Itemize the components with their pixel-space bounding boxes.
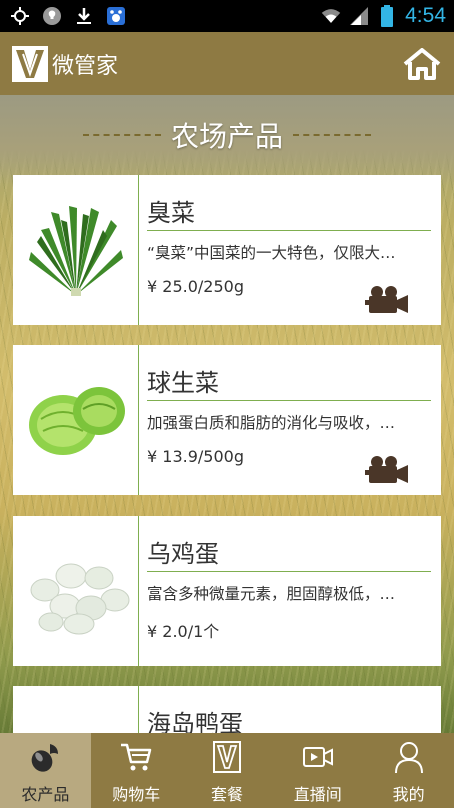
wifi-icon bbox=[321, 6, 341, 26]
product-image bbox=[13, 516, 139, 666]
baidu-icon bbox=[106, 6, 126, 26]
user-icon bbox=[391, 739, 427, 775]
product-image bbox=[13, 175, 139, 325]
nav-item-live-room[interactable]: 直播间 bbox=[272, 733, 363, 808]
download-icon bbox=[74, 6, 94, 26]
nav-label: 直播间 bbox=[293, 785, 342, 804]
gps-icon bbox=[10, 6, 30, 26]
nav-label: 我的 bbox=[392, 785, 425, 804]
product-name: 臭菜 bbox=[147, 193, 431, 231]
nav-label: 农产品 bbox=[21, 785, 70, 804]
product-card[interactable]: 乌鸡蛋 富含多种微量元素，胆固醇极低，… ¥ 2.0/1个 bbox=[13, 516, 441, 666]
product-name: 乌鸡蛋 bbox=[147, 534, 431, 572]
video-camera-icon[interactable] bbox=[365, 285, 409, 315]
nav-item-farm-products[interactable]: 农产品 bbox=[0, 733, 91, 808]
nav-label: 套餐 bbox=[210, 785, 243, 804]
nav-label: 购物车 bbox=[112, 785, 161, 804]
eggplant-icon bbox=[27, 739, 63, 775]
dash-divider-right bbox=[293, 134, 371, 136]
home-button[interactable] bbox=[402, 46, 442, 82]
section-title: 农场产品 bbox=[170, 120, 283, 153]
product-card[interactable]: 球生菜 加强蛋白质和脂肪的消化与吸收，… ¥ 13.9/500g bbox=[13, 345, 441, 495]
product-description: “臭菜”中国菜的一大特色，仅限大… bbox=[147, 244, 396, 262]
status-bar: 4:54 bbox=[0, 0, 454, 32]
bulb-icon bbox=[42, 6, 62, 26]
product-description: 加强蛋白质和脂肪的消化与吸收，… bbox=[147, 414, 396, 432]
home-icon bbox=[403, 47, 441, 80]
section-header: 农场产品 bbox=[0, 112, 454, 158]
battery-icon bbox=[377, 5, 397, 27]
dash-divider-left bbox=[82, 134, 161, 136]
nav-item-cart[interactable]: 购物车 bbox=[91, 733, 182, 808]
package-icon bbox=[209, 739, 245, 775]
product-description: 富含多种微量元素，胆固醇极低，… bbox=[147, 585, 396, 603]
product-price: ¥ 2.0/1个 bbox=[147, 622, 220, 641]
app-title: 微管家 bbox=[52, 53, 119, 79]
app-header: 微管家 bbox=[0, 32, 454, 95]
product-card[interactable]: 臭菜 “臭菜”中国菜的一大特色，仅限大… ¥ 25.0/250g bbox=[13, 175, 441, 325]
product-name: 球生菜 bbox=[147, 363, 431, 401]
nav-item-package[interactable]: 套餐 bbox=[182, 733, 273, 808]
video-room-icon bbox=[300, 739, 336, 775]
nav-item-mine[interactable]: 我的 bbox=[363, 733, 454, 808]
status-time: 4:54 bbox=[405, 4, 446, 27]
signal-icon bbox=[349, 6, 369, 26]
bottom-nav: 农产品 购物车 套餐 直播间 我的 bbox=[0, 733, 454, 808]
video-camera-icon[interactable] bbox=[365, 455, 409, 485]
cart-icon bbox=[118, 739, 154, 775]
product-image bbox=[13, 345, 139, 495]
vg-logo-icon bbox=[12, 45, 48, 82]
